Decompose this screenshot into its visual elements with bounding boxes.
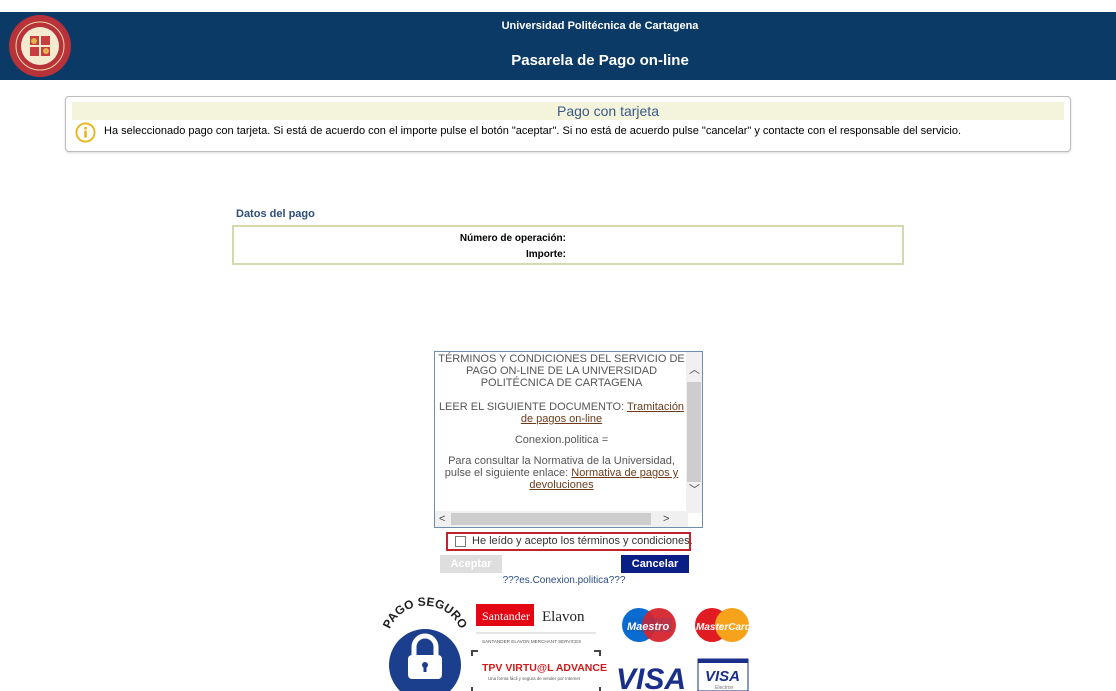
maestro-text: Maestro xyxy=(627,621,669,633)
elavon-text: Elavon xyxy=(542,609,585,625)
terms-heading: TÉRMINOS Y CONDICIONES DEL SERVICIO DE P… xyxy=(438,353,685,389)
amount-label: Importe: xyxy=(526,249,566,260)
visa-logo: VISA xyxy=(616,663,686,691)
accept-button[interactable]: Aceptar xyxy=(440,555,502,573)
payment-data-title: Datos del pago xyxy=(236,208,315,220)
pago-seguro-text: PAGO SEGURO xyxy=(380,595,470,631)
terms-politica: Conexion.politica = xyxy=(514,434,609,446)
scroll-up-icon[interactable]: ︿ xyxy=(689,364,700,376)
terms-scroll-box[interactable]: TÉRMINOS Y CONDICIONES DEL SERVICIO DE P… xyxy=(434,351,703,528)
tpv-caption: Una forma fácil y segura de vender por I… xyxy=(488,676,581,681)
header-bar: Universidad Politécnica de Cartagena Pas… xyxy=(0,12,1116,80)
politica-footer: ???es.Conexion.politica??? xyxy=(502,575,626,586)
accept-terms-row[interactable]: He leído y acepto los términos y condici… xyxy=(446,532,693,551)
scroll-left-icon[interactable]: < xyxy=(439,513,445,525)
payment-data-box: Número de operación: Importe: xyxy=(232,225,904,265)
cancel-button[interactable]: Cancelar xyxy=(621,555,689,573)
terms-content: TÉRMINOS Y CONDICIONES DEL SERVICIO DE P… xyxy=(436,353,687,511)
horizontal-scroll-thumb[interactable] xyxy=(451,513,651,525)
santander-elavon-logo: Santander Elavon SANTANDER ELAVON MERCHA… xyxy=(476,604,596,644)
accept-terms-checkbox[interactable] xyxy=(455,536,466,547)
notice-title: Pago con tarjeta xyxy=(72,102,1064,120)
svg-text:PAGO SEGURO: PAGO SEGURO xyxy=(380,595,470,631)
page-title: Pasarela de Pago on-line xyxy=(511,52,689,69)
tpv-virtual-logo: TPV VIRTU@L ADVANCE Una forma fácil y se… xyxy=(471,650,607,691)
terms-normativa-paragraph: Para consultar la Normativa de la Univer… xyxy=(436,455,687,491)
terms-read-prefix: LEER EL SIGUIENTE DOCUMENTO: xyxy=(438,401,627,413)
scroll-down-icon[interactable]: ﹀ xyxy=(689,484,700,496)
visa-electron-logo: VISA Electron xyxy=(697,658,749,691)
notice-message: Ha seleccionado pago con tarjeta. Si est… xyxy=(104,125,962,137)
payment-logos: PAGO SEGURO Santander Elavon SANTANDER E… xyxy=(380,595,752,691)
tpv-text: TPV VIRTU@L ADVANCE xyxy=(482,662,607,674)
card-payment-notice: Pago con tarjeta Ha seleccionado pago co… xyxy=(65,96,1071,152)
university-name: Universidad Politécnica de Cartagena xyxy=(501,20,699,32)
mastercard-logo: MasterCard xyxy=(695,608,752,642)
terms-read-paragraph: LEER EL SIGUIENTE DOCUMENTO: Tramitación… xyxy=(436,401,687,425)
horizontal-scrollbar[interactable]: < > xyxy=(435,511,688,527)
scroll-right-icon[interactable]: > xyxy=(663,513,669,525)
maestro-logo: Maestro xyxy=(622,608,676,642)
pago-seguro-logo: PAGO SEGURO xyxy=(380,595,470,691)
santander-text: Santander xyxy=(482,609,530,623)
visa-electron-text: VISA xyxy=(705,668,740,685)
accept-terms-label[interactable]: He leído y acepto los términos y condici… xyxy=(472,534,693,549)
info-icon xyxy=(75,122,96,143)
vertical-scroll-thumb[interactable] xyxy=(687,382,701,482)
mastercard-text: MasterCard xyxy=(696,622,752,633)
operation-number-label: Número de operación: xyxy=(459,233,566,244)
visa-electron-sub: Electron xyxy=(715,685,734,691)
santander-elavon-caption: SANTANDER ELAVON MERCHANT SERVICES xyxy=(482,639,581,644)
vertical-scrollbar[interactable]: ︿ ﹀ xyxy=(686,352,702,513)
